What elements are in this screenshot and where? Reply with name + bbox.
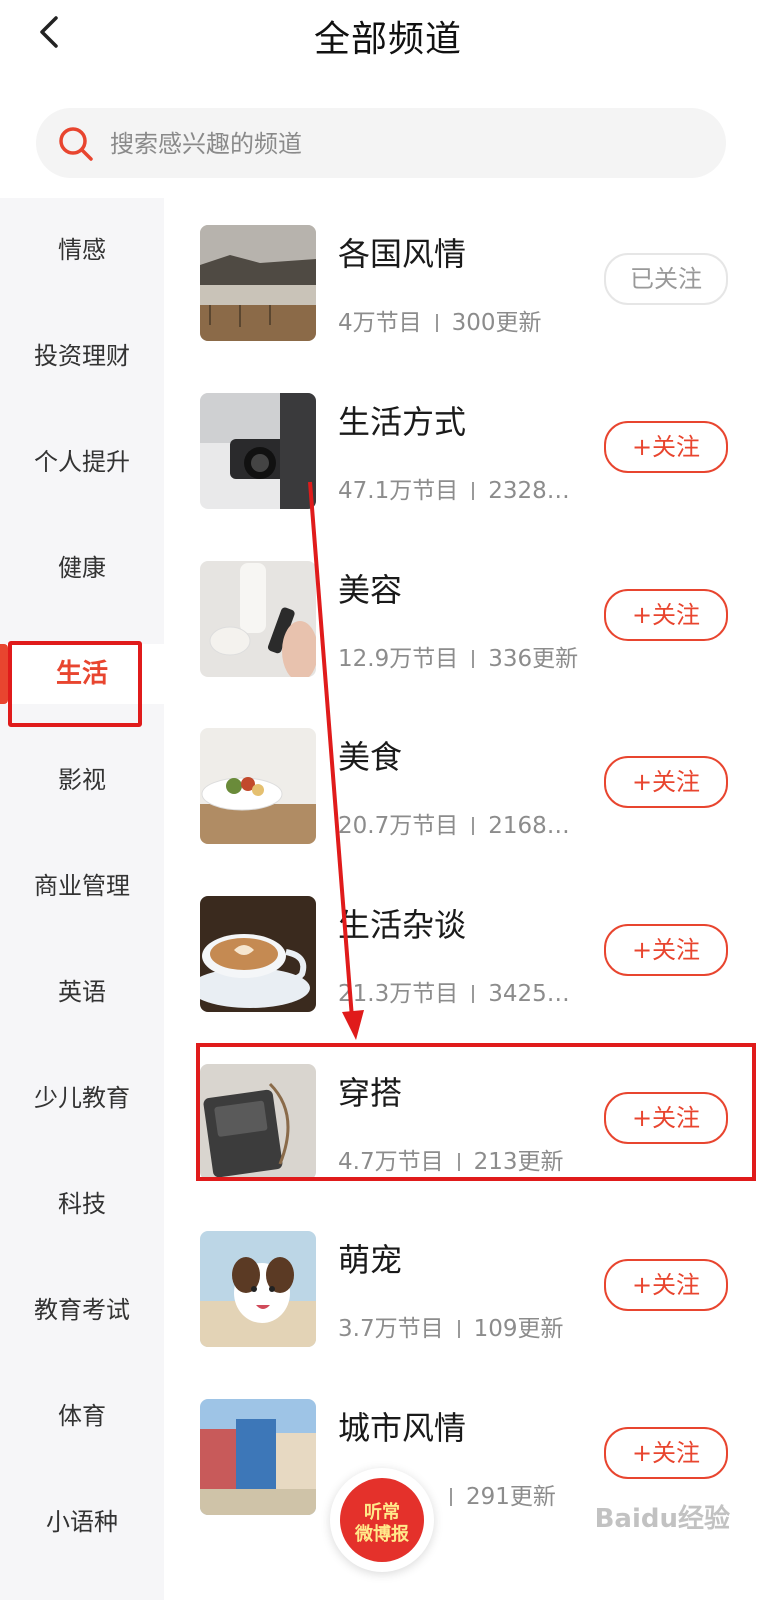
annotation-box-channel xyxy=(196,1043,756,1181)
channel-thumbnail xyxy=(200,393,316,509)
sidebar-item-emotion[interactable]: 情感 xyxy=(0,220,164,280)
channel-name: 城市风情 xyxy=(338,1409,467,1447)
follow-button[interactable]: +关注 xyxy=(604,756,728,808)
channel-name: 美容 xyxy=(338,571,403,609)
sidebar-item-minor-languages[interactable]: 小语种 xyxy=(0,1492,164,1552)
channel-name: 美食 xyxy=(338,738,403,776)
sidebar-item-english[interactable]: 英语 xyxy=(0,962,164,1022)
list-item[interactable]: 萌宠 3.7万节目 109更新 +关注 xyxy=(164,1231,776,1399)
active-indicator xyxy=(0,644,8,704)
channel-stats: 3.7万节目 109更新 xyxy=(338,1316,564,1342)
sidebar-item-sports[interactable]: 体育 xyxy=(0,1386,164,1446)
list-item[interactable]: 美容 12.9万节目 336更新 +关注 xyxy=(164,561,776,729)
follow-button[interactable]: +关注 xyxy=(604,1427,728,1479)
sidebar-item-tech[interactable]: 科技 xyxy=(0,1174,164,1234)
search-icon xyxy=(59,127,93,161)
player-disc: 听常 微博报 xyxy=(340,1478,424,1562)
channel-name: 生活杂谈 xyxy=(338,906,467,944)
list-item[interactable]: 各国风情 4万节目 300更新 已关注 xyxy=(164,225,776,393)
channel-thumbnail xyxy=(200,1399,316,1515)
sidebar-item-film[interactable]: 影视 xyxy=(0,750,164,810)
followed-button[interactable]: 已关注 xyxy=(604,253,728,305)
annotation-box-sidebar xyxy=(8,641,142,727)
channel-name: 萌宠 xyxy=(338,1241,403,1279)
channel-thumbnail xyxy=(200,728,316,844)
category-sidebar: 情感 投资理财 个人提升 健康 生活 影视 商业管理 英语 少儿教育 科技 教育… xyxy=(0,198,164,1600)
floating-player-button[interactable]: 听常 微博报 xyxy=(330,1468,434,1572)
sidebar-item-exams[interactable]: 教育考试 xyxy=(0,1280,164,1340)
channel-stats: 12.9万节目 336更新 xyxy=(338,646,579,672)
channel-name: 生活方式 xyxy=(338,403,467,441)
channel-name: 各国风情 xyxy=(338,235,467,273)
channel-thumbnail xyxy=(200,1231,316,1347)
sidebar-item-health[interactable]: 健康 xyxy=(0,538,164,598)
follow-button[interactable]: +关注 xyxy=(604,924,728,976)
list-item[interactable]: 城市风情 291更新 +关注 xyxy=(164,1399,776,1567)
channel-thumbnail xyxy=(200,225,316,341)
sidebar-item-kids-education[interactable]: 少儿教育 xyxy=(0,1068,164,1128)
channel-stats: 20.7万节目 2168… xyxy=(338,813,570,839)
follow-button[interactable]: +关注 xyxy=(604,1259,728,1311)
follow-button[interactable]: +关注 xyxy=(604,421,728,473)
search-bar[interactable] xyxy=(36,108,726,178)
channel-stats: 47.1万节目 2328… xyxy=(338,478,570,504)
channel-stats: 21.3万节目 3425… xyxy=(338,981,570,1007)
watermark: Baidu经验 xyxy=(594,1504,730,1534)
search-input[interactable] xyxy=(108,120,692,168)
sidebar-item-self-improvement[interactable]: 个人提升 xyxy=(0,432,164,492)
follow-button[interactable]: +关注 xyxy=(604,589,728,641)
channel-thumbnail xyxy=(200,896,316,1012)
sidebar-item-finance[interactable]: 投资理财 xyxy=(0,326,164,386)
channel-thumbnail xyxy=(200,561,316,677)
list-item[interactable]: 生活杂谈 21.3万节目 3425… +关注 xyxy=(164,896,776,1064)
list-item[interactable]: 生活方式 47.1万节目 2328… +关注 xyxy=(164,393,776,561)
player-label: 听常 微博报 xyxy=(355,1502,409,1545)
sidebar-item-business[interactable]: 商业管理 xyxy=(0,856,164,916)
channel-stats: 4万节目 300更新 xyxy=(338,310,542,336)
page-title: 全部频道 xyxy=(313,19,462,60)
list-item[interactable]: 美食 20.7万节目 2168… +关注 xyxy=(164,728,776,896)
header-bar: 全部频道 xyxy=(0,0,776,80)
